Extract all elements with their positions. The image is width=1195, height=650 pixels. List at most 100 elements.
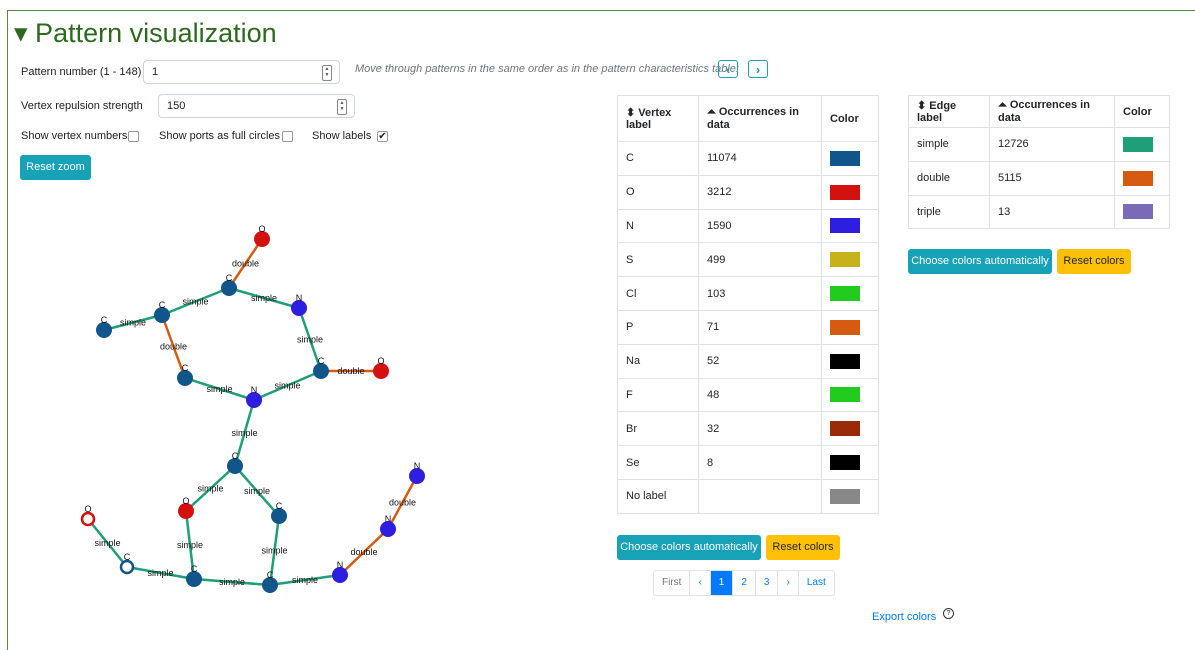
vertex-label-cell: S — [617, 242, 699, 278]
vertex-color-cell — [821, 208, 879, 244]
vertex-label-header[interactable]: ⬍ Vertex label — [617, 95, 699, 142]
vertex-label-table: ⬍ Vertex label ⏶ Occurrences in data Col… — [617, 95, 879, 514]
edge-label: simple — [231, 428, 257, 438]
vertex-label: N — [251, 385, 258, 395]
edge-label: simple — [292, 575, 318, 585]
edge-color-cell — [1114, 194, 1170, 230]
edge-label: simple — [219, 577, 245, 587]
page-last[interactable]: Last — [797, 571, 834, 595]
page-next[interactable]: › — [777, 571, 797, 595]
edge-label: double — [337, 366, 364, 376]
edge-color-header: Color — [1114, 95, 1170, 128]
vertex-count-cell: 71 — [698, 309, 822, 345]
edge-row: simple 12726 — [908, 127, 1170, 162]
edge-row: double 5115 — [908, 160, 1170, 196]
export-colors-link[interactable]: Export colors — [872, 611, 936, 623]
vertex-color-swatch[interactable] — [830, 218, 860, 234]
vertex-color-swatch[interactable] — [830, 319, 860, 335]
vertex-color-swatch[interactable] — [830, 184, 860, 200]
vertex-label: O — [84, 504, 91, 514]
edge-color-swatch[interactable] — [1123, 170, 1153, 186]
vertex-label: C — [226, 273, 233, 283]
vertex-choose-colors-button[interactable]: Choose colors automatically — [617, 535, 761, 560]
vertex-label-cell: F — [617, 377, 699, 413]
vertex-color-cell — [821, 242, 879, 278]
vertex-label: C — [159, 300, 166, 310]
edge-label-table: ⬍ Edge label ⏶ Occurrences in data Color… — [908, 95, 1170, 230]
vertex-count-cell: 48 — [698, 377, 822, 413]
vertex-color-swatch[interactable] — [830, 150, 860, 166]
vertex-label: C — [267, 570, 274, 580]
vertex-label: N — [337, 560, 344, 570]
vertex-row: S 499 — [617, 242, 879, 278]
vertex-color-swatch[interactable] — [830, 353, 860, 369]
page-2[interactable]: 2 — [732, 571, 755, 595]
vertex-count-cell: 3212 — [698, 174, 822, 210]
vertex-row: Se 8 — [617, 445, 879, 480]
edge-color-swatch[interactable] — [1123, 204, 1153, 220]
edge-choose-colors-button[interactable]: Choose colors automatically — [908, 249, 1052, 274]
vertex-label-cell: N — [617, 208, 699, 244]
vertex-label: O — [182, 496, 189, 506]
vertex-count-cell: 8 — [698, 445, 822, 480]
vertex-row: P 71 — [617, 309, 879, 345]
edge-label: simple — [244, 486, 270, 496]
edge-occurrences-header[interactable]: ⏶ Occurrences in data — [989, 95, 1115, 128]
edge-label: simple — [251, 293, 277, 303]
edge-label: simple — [197, 484, 223, 494]
vertex-color-swatch[interactable] — [830, 421, 860, 437]
page-prev[interactable]: ‹ — [689, 571, 709, 595]
edge-count-cell: 5115 — [989, 160, 1115, 196]
vertex-color-swatch[interactable] — [830, 252, 860, 268]
vertex-label: N — [414, 461, 421, 471]
vertex-label: N — [385, 514, 392, 524]
vertex-count-cell: 52 — [698, 343, 822, 379]
graph-vertex[interactable] — [119, 559, 135, 575]
vertex-label: C — [124, 552, 131, 562]
edge-label: simple — [182, 297, 208, 307]
edge-label: simple — [274, 381, 300, 391]
edge-label: simple — [147, 568, 173, 578]
page-3[interactable]: 3 — [754, 571, 778, 595]
vertex-label-cell: O — [617, 174, 699, 210]
vertex-label: C — [276, 501, 283, 511]
vertex-occurrences-header[interactable]: ⏶ Occurrences in data — [698, 95, 822, 142]
edge-count-cell: 13 — [989, 194, 1115, 230]
vertex-color-swatch[interactable] — [830, 455, 860, 471]
vertex-color-swatch[interactable] — [830, 488, 860, 504]
vertex-label: C — [232, 451, 239, 461]
vertex-label: O — [377, 356, 384, 366]
vertex-count-cell: 32 — [698, 411, 822, 447]
page-first[interactable]: First — [654, 571, 689, 595]
previous-pattern-button[interactable]: ‹ — [718, 60, 738, 78]
vertex-color-swatch[interactable] — [830, 387, 860, 403]
vertex-count-cell: 103 — [698, 276, 822, 311]
edge-label: simple — [177, 540, 203, 550]
vertex-row: C 11074 — [617, 141, 879, 176]
vertex-count-cell: 499 — [698, 242, 822, 278]
page-1[interactable]: 1 — [709, 571, 733, 595]
edge-label: double — [350, 547, 377, 557]
next-pattern-button[interactable]: › — [748, 60, 768, 78]
edge-label: double — [232, 259, 259, 269]
graph-vertex[interactable] — [80, 511, 96, 527]
edge-row: triple 13 — [908, 194, 1170, 230]
help-icon[interactable]: ? — [943, 608, 954, 619]
edge-label-header[interactable]: ⬍ Edge label — [908, 95, 990, 128]
edge-color-swatch[interactable] — [1123, 136, 1153, 152]
vertex-color-cell — [821, 141, 879, 176]
vertex-row: N 1590 — [617, 208, 879, 244]
vertex-color-swatch[interactable] — [830, 286, 860, 302]
vertex-color-cell — [821, 478, 879, 514]
edge-label: simple — [261, 546, 287, 556]
edge-reset-colors-button[interactable]: Reset colors — [1057, 249, 1131, 274]
edge-label-cell: triple — [908, 194, 990, 230]
edge-label-cell: simple — [908, 127, 990, 162]
edge-label: simple — [206, 384, 232, 394]
pattern-graph[interactable]: double simple simple simple double simple doub… — [0, 0, 600, 635]
vertex-label-cell: No label — [617, 478, 699, 514]
vertex-row: Na 52 — [617, 343, 879, 379]
vertex-label-cell: Se — [617, 445, 699, 480]
vertex-reset-colors-button[interactable]: Reset colors — [766, 535, 840, 560]
vertex-label-cell: C — [617, 141, 699, 176]
